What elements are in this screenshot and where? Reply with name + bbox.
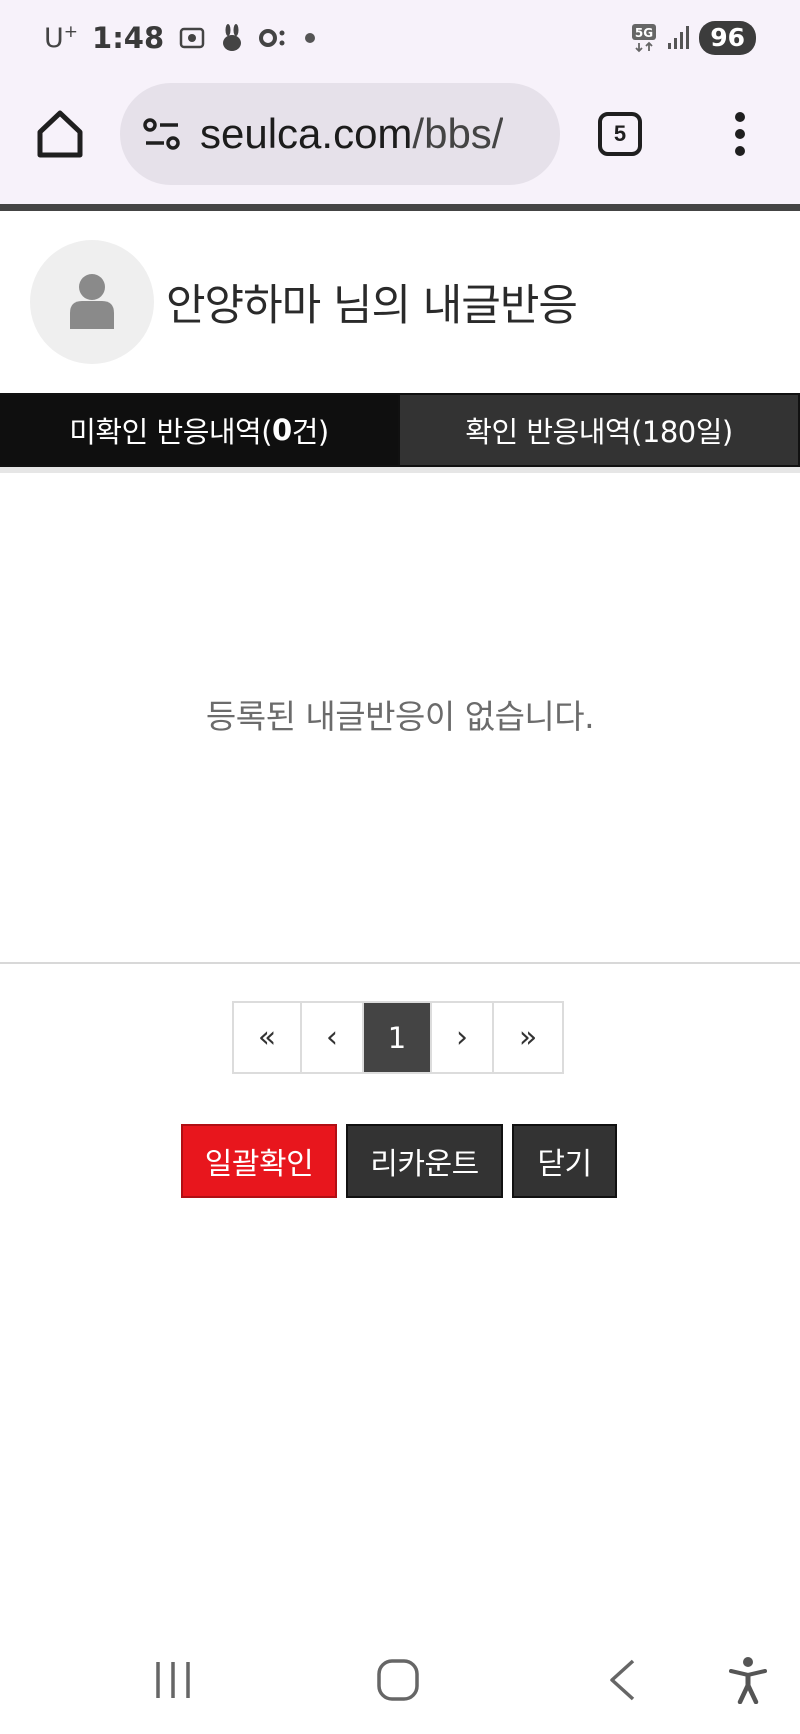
user-silhouette-icon bbox=[70, 274, 114, 329]
carrier-label: U+ bbox=[44, 22, 79, 54]
avatar bbox=[30, 240, 154, 364]
svg-text:5G: 5G bbox=[635, 26, 653, 40]
link-app-icon bbox=[258, 26, 288, 50]
browser-toolbar: seulca.com/bbs/ 5 bbox=[0, 76, 800, 204]
accessibility-icon[interactable] bbox=[724, 1650, 772, 1710]
tab-switcher-button[interactable]: 5 bbox=[598, 112, 642, 156]
page-header: 안양하마 님의 내글반응 bbox=[0, 211, 800, 393]
rabbit-app-icon bbox=[220, 24, 244, 52]
pagination: « ‹ 1 › » bbox=[232, 1001, 564, 1074]
status-left: U+ 1:48 bbox=[44, 21, 318, 55]
home-icon bbox=[37, 110, 83, 158]
more-vert-icon[interactable] bbox=[720, 108, 760, 160]
prev-page-button[interactable]: ‹ bbox=[302, 1003, 364, 1072]
nav-home-icon[interactable] bbox=[372, 1650, 424, 1710]
tune-icon[interactable] bbox=[140, 112, 184, 156]
current-page-button[interactable]: 1 bbox=[364, 1003, 432, 1072]
empty-message: 등록된 내글반응이 없습니다. bbox=[205, 697, 595, 736]
network-5g-icon: 5G bbox=[631, 23, 657, 53]
tab-unconfirmed[interactable]: 미확인 반응내역(0 건) bbox=[0, 395, 398, 465]
url-text[interactable]: seulca.com/bbs/ bbox=[200, 110, 503, 158]
address-bar[interactable]: seulca.com/bbs/ bbox=[120, 83, 560, 185]
tab-row: 미확인 반응내역(0 건) 확인 반응내역(180일) bbox=[0, 393, 800, 467]
tab-confirmed-label: 확인 반응내역(180일) bbox=[465, 415, 733, 449]
status-bar: U+ 1:48 5G 96 bbox=[0, 0, 800, 76]
back-icon[interactable] bbox=[598, 1650, 646, 1710]
system-nav-bar bbox=[0, 1620, 800, 1734]
first-page-button[interactable]: « bbox=[234, 1003, 302, 1072]
tab-confirmed[interactable]: 확인 반응내역(180일) bbox=[398, 395, 800, 465]
battery-level: 96 bbox=[699, 21, 756, 55]
notification-dot-icon bbox=[302, 30, 318, 46]
tab-unconfirmed-count: 0 bbox=[272, 413, 292, 447]
toolbar-progress-divider bbox=[0, 204, 800, 211]
action-buttons: 일괄확인 리카운트 닫기 bbox=[181, 1124, 617, 1198]
page-title: 안양하마 님의 내글반응 bbox=[166, 281, 578, 331]
content-divider bbox=[0, 962, 800, 964]
tab-underline bbox=[0, 467, 800, 473]
screenshot-icon bbox=[178, 24, 206, 52]
recount-button[interactable]: 리카운트 bbox=[346, 1124, 503, 1198]
next-page-button[interactable]: › bbox=[432, 1003, 494, 1072]
home-button[interactable] bbox=[34, 108, 86, 160]
status-right: 5G 96 bbox=[631, 21, 756, 55]
recents-icon[interactable] bbox=[148, 1650, 198, 1710]
last-page-button[interactable]: » bbox=[494, 1003, 562, 1072]
signal-icon bbox=[667, 25, 690, 51]
tab-unconfirmed-suffix: 건) bbox=[291, 415, 330, 449]
tab-unconfirmed-prefix: 미확인 반응내역( bbox=[69, 415, 273, 449]
confirm-all-button[interactable]: 일괄확인 bbox=[181, 1124, 337, 1198]
clock: 1:48 bbox=[92, 21, 165, 55]
close-button[interactable]: 닫기 bbox=[512, 1124, 617, 1198]
